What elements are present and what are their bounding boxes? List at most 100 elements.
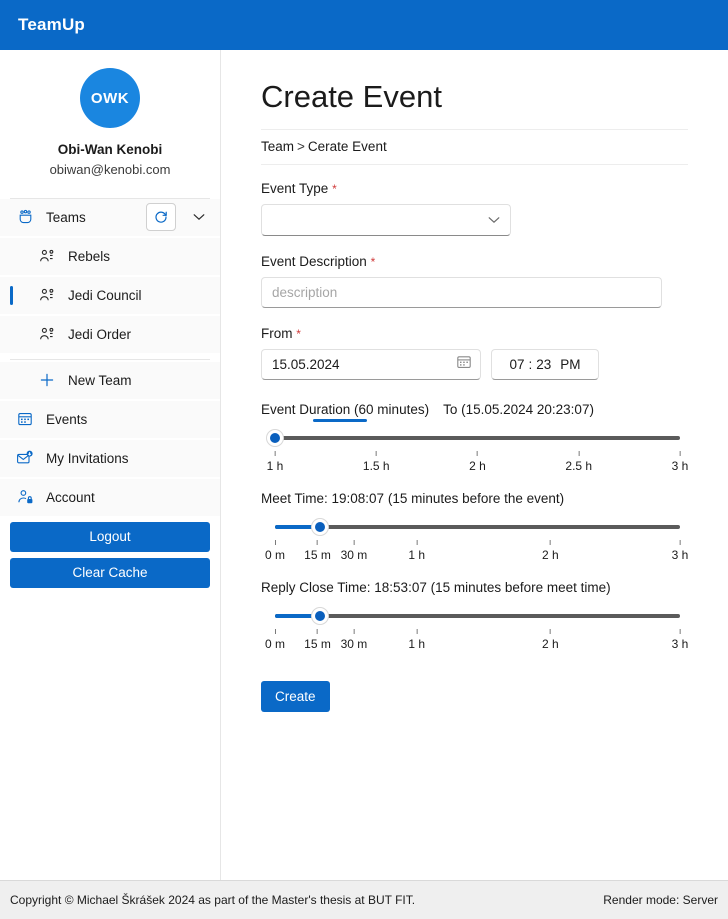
clear-cache-button[interactable]: Clear Cache (10, 557, 210, 588)
meet-time-slider[interactable] (275, 518, 680, 537)
tick-mark (317, 540, 319, 546)
tick-mark (578, 451, 580, 457)
breadcrumb-root[interactable]: Team (261, 139, 294, 154)
sidebar-item-my-invitations[interactable]: My Invitations (0, 439, 220, 477)
chevron-down-icon[interactable] (186, 204, 212, 230)
required-marker: * (332, 182, 337, 197)
sidebar-item-account-label: Account (46, 489, 95, 505)
slider-thumb[interactable] (266, 429, 284, 448)
from-time-meridiem[interactable]: PM (560, 357, 580, 372)
sidebar-item-teams[interactable]: Teams (0, 198, 220, 236)
chevron-down-icon (488, 211, 500, 229)
slider-thumb[interactable] (310, 607, 329, 626)
footer-render-mode: Render mode: Server (603, 893, 718, 907)
tick-mark (416, 629, 418, 635)
active-indicator (10, 285, 13, 305)
slider-tick: 15 m (304, 629, 331, 651)
reply-close-time-slider[interactable] (275, 607, 680, 626)
from-date-value: 15.05.2024 (272, 357, 340, 373)
person-lock-icon (14, 488, 36, 506)
tick-mark (375, 451, 377, 457)
refresh-icon[interactable] (146, 203, 176, 232)
from-date-input[interactable]: 15.05.2024 (261, 349, 481, 381)
tick-label: 2 h (542, 548, 559, 563)
meet-time-block: Meet Time: 19:08:07 (15 minutes before t… (261, 491, 688, 566)
tick-mark (549, 540, 551, 546)
event-type-select[interactable] (261, 204, 511, 237)
sidebar-item-events[interactable]: Events (0, 400, 220, 438)
tick-label: 2.5 h (565, 459, 593, 474)
from-time-colon: : (528, 357, 533, 373)
slider-tick: 3 h (671, 629, 689, 652)
slider-tick: 30 m (341, 629, 367, 651)
sidebar-item-my-invitations-label: My Invitations (46, 450, 129, 466)
create-button[interactable]: Create (261, 681, 330, 713)
event-duration-label: Event Duration (60 minutes) (261, 402, 430, 423)
from-time-hour[interactable]: 07 (509, 357, 524, 372)
footer: Copyright © Michael Škrášek 2024 as part… (0, 880, 728, 919)
event-description-label: Event Description * (261, 254, 688, 269)
calendar-icon (14, 410, 36, 428)
tick-label: 3 h (671, 459, 689, 474)
slider-thumb[interactable] (310, 518, 329, 537)
breadcrumb-separator: > (297, 139, 305, 155)
tick-label: 2 h (542, 637, 559, 652)
sidebar-item-teams-label: Teams (46, 209, 86, 225)
slider-tick: 1 h (267, 451, 283, 473)
avatar: OWK (80, 68, 140, 128)
tick-label: 30 m (340, 548, 368, 563)
app-root: TeamUp OWK Obi-Wan Kenobi obiwan@kenobi.… (0, 0, 728, 919)
sidebar-item-team[interactable]: Jedi Council (0, 276, 220, 314)
people-icon (36, 325, 58, 343)
slider-tick: 1 h (408, 540, 425, 562)
slider-tick: 2.5 h (565, 451, 592, 473)
tick-label: 2 h (469, 459, 486, 474)
logout-button[interactable]: Logout (10, 521, 210, 552)
breadcrumb-current[interactable]: Cerate Event (308, 139, 387, 154)
sidebar-item-account[interactable]: Account (0, 478, 220, 516)
sidebar-divider-teams (10, 358, 210, 360)
sidebar-item-new-team-label: New Team (68, 372, 132, 388)
reply-close-time-ticks: 0 m 15 m 30 m 1 h 2 h 3 h (265, 629, 688, 655)
tick-mark (549, 629, 551, 635)
required-marker: * (370, 255, 376, 270)
page-title: Create Event (261, 79, 442, 114)
event-duration-slider[interactable] (266, 429, 680, 448)
profile-email: obiwan@kenobi.com (49, 162, 171, 178)
tick-label: 0 m (264, 637, 286, 652)
event-type-label-text: Event Type (261, 181, 329, 197)
tick-label: 3 h (671, 637, 689, 652)
tick-mark (679, 540, 681, 546)
slider-tick: 0 m (265, 629, 285, 651)
from-time-input[interactable]: 07 : 23 PM (491, 349, 599, 381)
people-icon (36, 286, 58, 304)
tick-mark (353, 540, 355, 546)
reply-close-time-head: Reply Close Time: 18:53:07 (15 minutes b… (261, 580, 688, 595)
tick-mark (317, 629, 319, 635)
main-content: Create Event Team > Cerate Event Event Typ… (221, 50, 728, 880)
people-icon (36, 247, 58, 265)
mail-inbox-icon (14, 449, 36, 467)
tick-mark (274, 540, 276, 546)
slider-tick: 3 h (672, 540, 688, 562)
meet-time-ticks: 0 m 15 m 30 m 1 h 2 h 3 h (265, 540, 688, 566)
meet-time-head: Meet Time: 19:08:07 (15 minutes before t… (261, 491, 688, 506)
from-label-text: From (261, 326, 293, 342)
tick-label: 0 m (264, 548, 286, 563)
event-description-input[interactable] (261, 277, 662, 309)
slider-tick: 15 m (304, 540, 331, 562)
tick-mark (679, 629, 681, 635)
sidebar-item-team[interactable]: Jedi Order (0, 315, 220, 353)
calendar-icon[interactable] (456, 354, 472, 375)
sidebar-item-new-team[interactable]: New Team (0, 361, 220, 399)
slider-track (275, 614, 680, 619)
from-time-minute[interactable]: 23 (536, 357, 551, 372)
tick-mark (353, 629, 355, 635)
people-team-icon (14, 208, 36, 226)
breadcrumb: Team > Cerate Event (261, 129, 688, 166)
sidebar-item-team-label: Jedi Order (68, 326, 132, 342)
slider-tick: 3 h (671, 451, 689, 474)
sidebar-item-team[interactable]: Rebels (0, 237, 220, 275)
slider-track (275, 436, 680, 441)
reply-close-time-label: Reply Close Time: 18:53:07 (15 minutes b… (261, 580, 611, 596)
